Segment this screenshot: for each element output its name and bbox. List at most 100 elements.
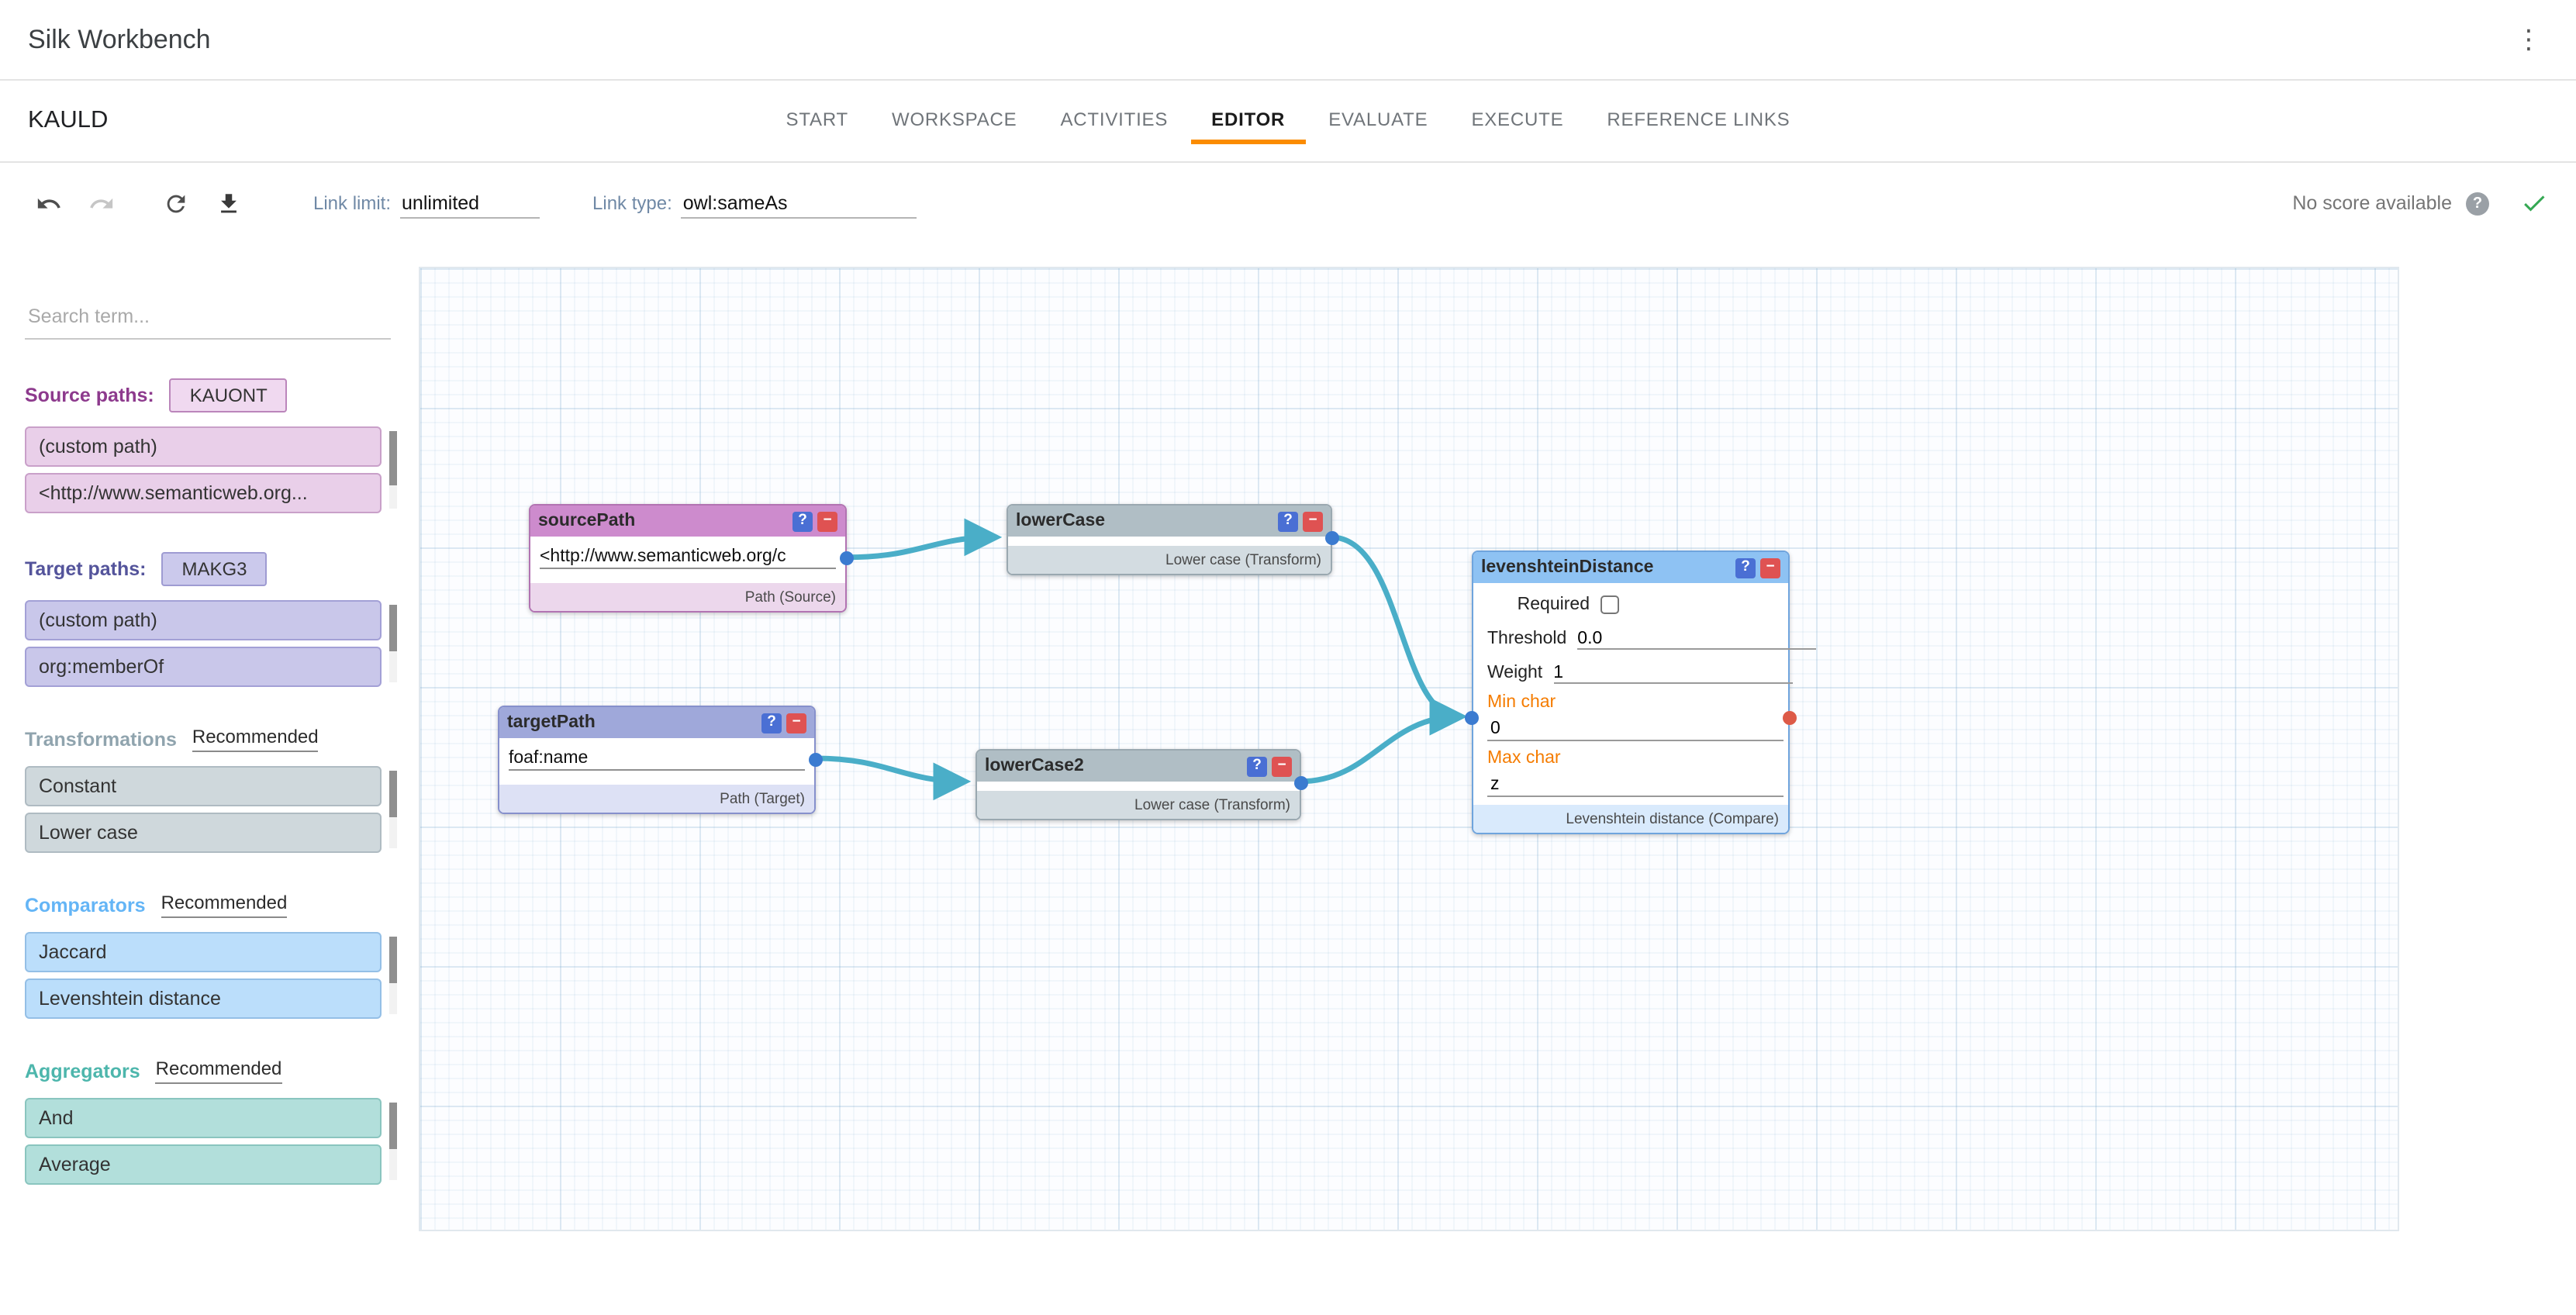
source-paths-header: Source paths: KAUONT (25, 378, 400, 412)
node-title: levenshteinDistance (1481, 558, 1731, 577)
scrollbar[interactable] (389, 431, 397, 509)
node-targetPath[interactable]: targetPath ? − Path (Target) (498, 706, 816, 814)
node-lowerCase2[interactable]: lowerCase2 ? − Lower case (Transform) (975, 749, 1301, 820)
link-limit-input[interactable] (400, 188, 540, 218)
node-remove-icon[interactable]: − (817, 511, 837, 531)
list-item[interactable]: <http://www.semanticweb.org... (25, 473, 382, 513)
aggregators-header: Aggregators Recommended (25, 1058, 400, 1084)
tab-execute[interactable]: EXECUTE (1451, 98, 1583, 144)
node-type-label: Lower case (Transform) (1008, 546, 1331, 574)
threshold-row: Threshold (1473, 622, 1788, 656)
node-title: targetPath (507, 713, 757, 732)
port-sourcePath-output[interactable] (840, 551, 854, 565)
link-type-field: Link type: (592, 188, 917, 218)
node-remove-icon[interactable]: − (786, 713, 806, 733)
port-lowerCase-output[interactable] (1325, 531, 1339, 545)
transformations-recommended-toggle[interactable]: Recommended (192, 726, 319, 752)
target-paths-label: Target paths: (25, 558, 147, 580)
scrollbar[interactable] (389, 1103, 397, 1180)
search-input[interactable] (25, 295, 391, 340)
target-paths-list: (custom path) org:memberOf (25, 600, 397, 687)
port-levenshteinDistance-input[interactable] (1465, 711, 1479, 725)
scrollbar[interactable] (389, 605, 397, 682)
scrollbar[interactable] (389, 937, 397, 1014)
max-char-input[interactable] (1487, 774, 1784, 797)
redo-icon[interactable] (81, 183, 121, 223)
list-item[interactable]: (custom path) (25, 600, 382, 640)
list-item[interactable]: Jaccard (25, 932, 382, 972)
list-item[interactable]: Levenshtein distance (25, 978, 382, 1019)
validate-check-icon[interactable] (2520, 189, 2548, 217)
node-title: lowerCase (1016, 512, 1273, 530)
connection-lowerCase-levenshteinDistance[interactable] (1331, 537, 1459, 716)
node-help-icon[interactable]: ? (1278, 511, 1298, 531)
aggregators-recommended-toggle[interactable]: Recommended (156, 1058, 282, 1084)
weight-row: Weight (1473, 656, 1788, 690)
node-title: lowerCase2 (985, 757, 1242, 775)
list-item[interactable]: org:memberOf (25, 647, 382, 687)
tab-activities[interactable]: ACTIVITIES (1040, 98, 1188, 144)
source-path-value-input[interactable] (540, 546, 836, 569)
transformations-label: Transformations (25, 728, 177, 750)
comparators-recommended-toggle[interactable]: Recommended (161, 892, 288, 918)
tab-evaluate[interactable]: EVALUATE (1308, 98, 1448, 144)
node-title: sourcePath (538, 512, 788, 530)
port-lowerCase2-output[interactable] (1294, 776, 1308, 790)
node-header[interactable]: lowerCase2 ? − (977, 751, 1300, 782)
node-header[interactable]: levenshteinDistance ? − (1473, 552, 1788, 583)
tab-reference-links[interactable]: REFERENCE LINKS (1587, 98, 1810, 144)
node-header[interactable]: lowerCase ? − (1008, 506, 1331, 537)
kebab-menu-icon[interactable]: ⋮ (2509, 24, 2548, 55)
nav-tabs: START WORKSPACE ACTIVITIES EDITOR EVALUA… (0, 81, 2576, 161)
app-title: Silk Workbench (28, 24, 211, 55)
weight-input[interactable] (1553, 663, 1792, 683)
source-paths-label: Source paths: (25, 385, 154, 406)
list-item[interactable]: Constant (25, 766, 382, 806)
port-targetPath-output[interactable] (809, 753, 823, 767)
node-remove-icon[interactable]: − (1272, 756, 1292, 776)
undo-icon[interactable] (28, 183, 68, 223)
aggregators-label: Aggregators (25, 1060, 140, 1082)
scrollbar[interactable] (389, 771, 397, 848)
required-checkbox[interactable] (1601, 595, 1619, 614)
threshold-label: Threshold (1487, 630, 1566, 648)
port-levenshteinDistance-output[interactable] (1783, 711, 1797, 725)
node-help-icon[interactable]: ? (1735, 557, 1756, 578)
score-help-icon[interactable]: ? (2466, 192, 2489, 215)
score-status: No score available (2292, 192, 2452, 214)
node-remove-icon[interactable]: − (1303, 511, 1323, 531)
list-item[interactable]: Lower case (25, 813, 382, 853)
editor-canvas[interactable]: sourcePath ? − Path (Source) targetPath … (419, 267, 2399, 1231)
source-paths-list: (custom path) <http://www.semanticweb.or… (25, 426, 397, 513)
node-levenshteinDistance[interactable]: levenshteinDistance ? − Required Thresho… (1472, 551, 1790, 834)
silk-workbench-window: Silk Workbench ⋮ KAULD START WORKSPACE A… (0, 0, 2576, 1315)
tab-editor[interactable]: EDITOR (1191, 98, 1305, 144)
connection-lowerCase2-levenshteinDistance[interactable] (1300, 716, 1459, 782)
list-item[interactable]: (custom path) (25, 426, 382, 467)
link-limit-label: Link limit: (313, 192, 391, 213)
node-help-icon[interactable]: ? (792, 511, 813, 531)
tab-start[interactable]: START (766, 98, 868, 144)
link-type-input[interactable] (682, 188, 917, 218)
node-lowerCase[interactable]: lowerCase ? − Lower case (Transform) (1007, 504, 1332, 575)
node-remove-icon[interactable]: − (1760, 557, 1780, 578)
link-type-label: Link type: (592, 192, 672, 213)
connection-targetPath-lowerCase2[interactable] (816, 758, 962, 782)
source-dataset-badge: KAUONT (170, 378, 288, 412)
download-icon[interactable] (208, 183, 248, 223)
node-header[interactable]: targetPath ? − (499, 707, 814, 738)
node-help-icon[interactable]: ? (761, 713, 782, 733)
node-help-icon[interactable]: ? (1247, 756, 1267, 776)
reload-icon[interactable] (155, 183, 195, 223)
list-item[interactable]: And (25, 1098, 382, 1138)
list-item[interactable]: Average (25, 1144, 382, 1185)
threshold-input[interactable] (1577, 629, 1816, 649)
target-path-value-input[interactable] (509, 747, 805, 771)
connection-sourcePath-lowerCase[interactable] (847, 537, 993, 557)
node-header[interactable]: sourcePath ? − (530, 506, 845, 537)
node-sourcePath[interactable]: sourcePath ? − Path (Source) (529, 504, 847, 613)
comparators-list: Jaccard Levenshtein distance (25, 932, 397, 1019)
min-char-input[interactable] (1487, 718, 1784, 741)
tab-workspace[interactable]: WORKSPACE (872, 98, 1037, 144)
target-dataset-badge: MAKG3 (162, 552, 268, 586)
